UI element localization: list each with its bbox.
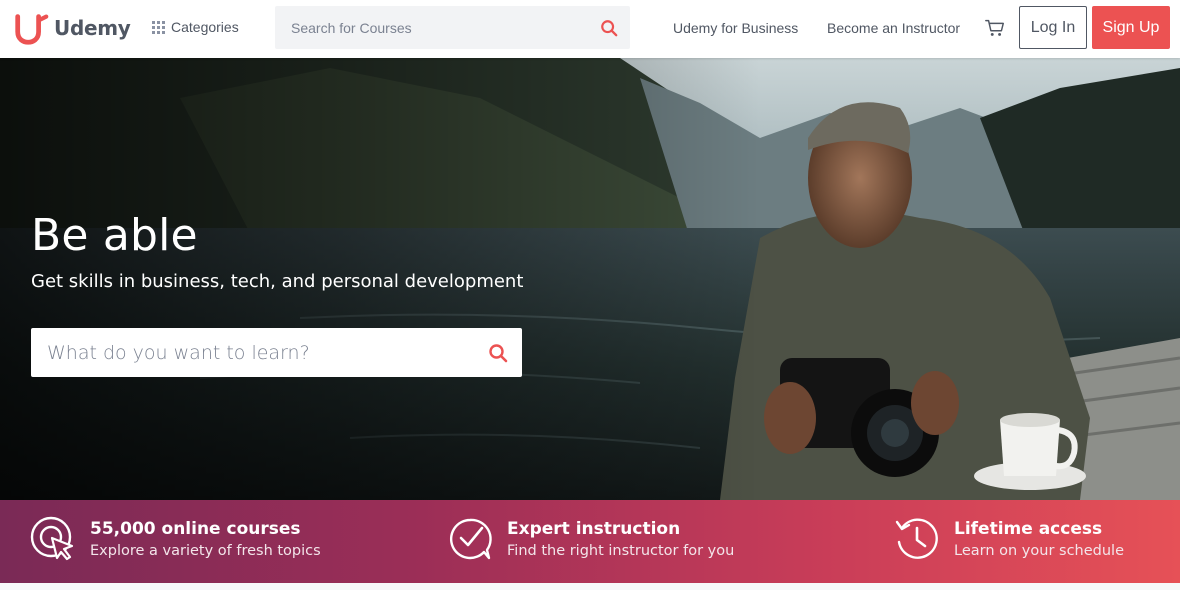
hero-banner: Be able Get skills in business, tech, an…	[0, 58, 1180, 500]
hero-search-bar	[31, 328, 522, 377]
logo-text: Udemy	[54, 16, 131, 40]
become-instructor-link[interactable]: Become an Instructor	[827, 20, 960, 36]
categories-label: Categories	[171, 19, 239, 35]
value-prop-desc: Explore a variety of fresh topics	[90, 543, 321, 559]
checkmark-bubble-icon	[449, 518, 492, 560]
cursor-target-icon	[30, 516, 74, 561]
value-prop-lifetime: Lifetime access Learn on your schedule	[894, 516, 1124, 562]
shopping-cart-icon[interactable]	[984, 17, 1006, 39]
value-prop-courses: 55,000 online courses Explore a variety …	[30, 516, 321, 562]
header-search-bar	[275, 6, 630, 49]
value-propositions-bar: 55,000 online courses Explore a variety …	[0, 500, 1180, 583]
value-prop-desc: Find the right instructor for you	[507, 543, 735, 559]
grid-icon	[152, 20, 165, 34]
signup-button[interactable]: Sign Up	[1092, 6, 1170, 49]
hero-search-input[interactable]	[31, 328, 461, 377]
search-icon[interactable]	[488, 343, 508, 363]
search-icon[interactable]	[600, 19, 618, 37]
udemy-logo[interactable]: Udemy	[12, 10, 131, 46]
page-bottom-divider	[0, 583, 1180, 590]
udemy-for-business-link[interactable]: Udemy for Business	[673, 20, 798, 36]
udemy-logo-icon	[15, 14, 49, 45]
value-prop-title: Expert instruction	[507, 519, 681, 539]
clock-history-icon	[895, 518, 938, 559]
value-prop-title: Lifetime access	[954, 519, 1103, 539]
hero-title: Be able	[31, 210, 198, 261]
value-prop-instruction: Expert instruction Find the right instru…	[447, 516, 734, 562]
top-navbar: Udemy Categories Udemy for Business Beco…	[0, 0, 1180, 58]
value-prop-desc: Learn on your schedule	[954, 543, 1124, 559]
hero-subtitle: Get skills in business, tech, and person…	[31, 271, 524, 292]
categories-menu[interactable]: Categories	[152, 19, 239, 35]
header-search-input[interactable]	[275, 6, 575, 49]
value-prop-title: 55,000 online courses	[90, 519, 301, 539]
login-button[interactable]: Log In	[1019, 6, 1087, 49]
